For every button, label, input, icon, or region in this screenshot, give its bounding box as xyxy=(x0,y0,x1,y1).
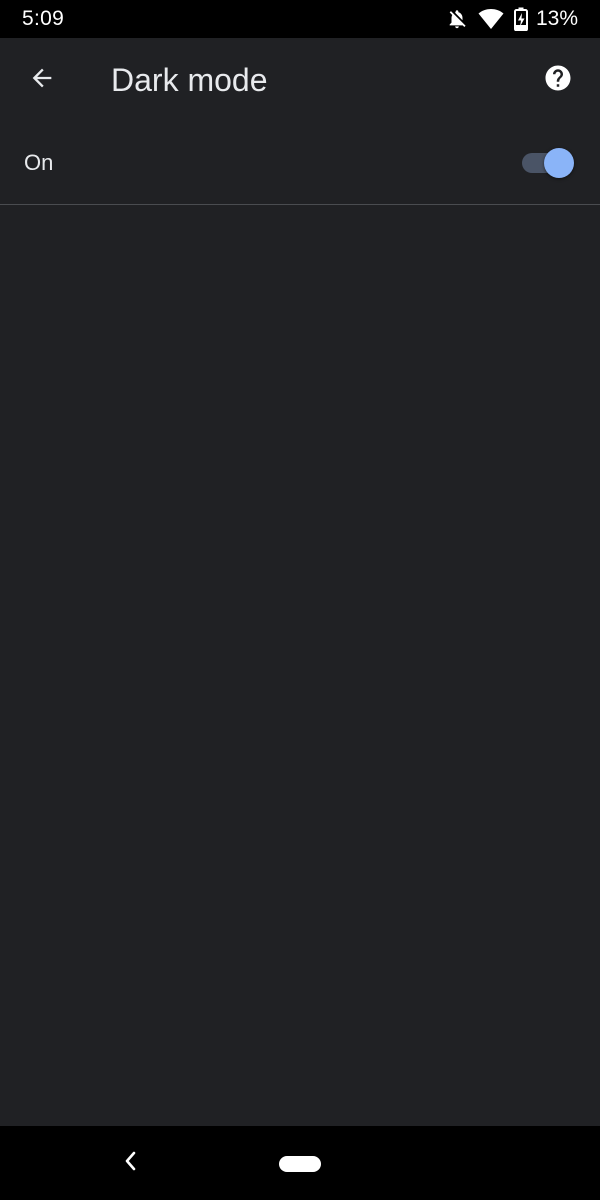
status-time: 5:09 xyxy=(22,7,65,30)
notifications-off-icon xyxy=(446,7,468,31)
arrow-back-icon xyxy=(28,64,56,97)
divider xyxy=(0,204,600,205)
home-pill-icon[interactable] xyxy=(279,1156,321,1172)
battery-charging-icon xyxy=(513,7,528,31)
screen: 5:09 13% Dark mode On xyxy=(0,0,600,1200)
status-bar: 5:09 13% xyxy=(0,0,600,38)
dark-mode-label: On xyxy=(24,150,54,175)
nav-bar xyxy=(0,1126,600,1200)
page-title: Dark mode xyxy=(111,62,268,98)
back-button[interactable] xyxy=(18,56,66,104)
app-bar: Dark mode xyxy=(0,38,600,122)
help-button[interactable] xyxy=(534,56,582,104)
wifi-icon xyxy=(478,8,504,30)
toggle-thumb xyxy=(544,148,574,178)
help-icon xyxy=(543,63,573,98)
dark-mode-toggle[interactable] xyxy=(522,148,574,178)
status-icons: 13% xyxy=(446,6,578,32)
nav-back-button[interactable] xyxy=(116,1148,146,1178)
dark-mode-setting-row[interactable]: On xyxy=(0,122,600,204)
chevron-left-icon xyxy=(121,1150,141,1177)
battery-percent: 13% xyxy=(535,7,578,30)
